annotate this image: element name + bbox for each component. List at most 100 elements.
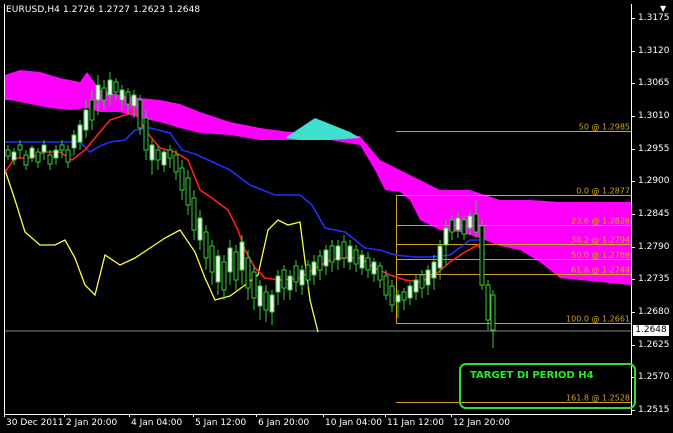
candle-body	[83, 109, 89, 131]
price-axis-label: 1.2515	[638, 405, 670, 415]
fibonacci-level-label: 100.0 @ 1.2661	[566, 314, 630, 323]
candle-body	[401, 291, 407, 301]
price-axis-label: 1.2845	[638, 209, 670, 219]
candle-body	[449, 219, 455, 233]
candle-body	[485, 284, 491, 321]
candle-body	[335, 245, 341, 261]
candle-body	[191, 197, 197, 231]
candle-body	[221, 261, 227, 291]
price-tick	[631, 149, 635, 150]
time-axis-label: 2 Jan 20:00	[66, 418, 118, 428]
scroll-indicator-icon[interactable]: ▼	[660, 4, 666, 13]
candle-body	[95, 84, 101, 101]
candle-body	[263, 291, 269, 311]
candle-body	[125, 91, 131, 105]
candle-body	[137, 99, 143, 129]
candle-body	[347, 245, 353, 263]
candle-body	[77, 124, 83, 143]
candle-body	[287, 275, 293, 291]
candle-body	[23, 154, 29, 166]
price-axis-label: 1.3175	[638, 13, 670, 23]
candle-body	[143, 117, 149, 151]
candle-body	[365, 257, 371, 271]
candle-body	[269, 294, 275, 313]
time-tick	[193, 414, 194, 417]
candle-body	[479, 225, 485, 286]
candle-body	[59, 144, 65, 151]
candle-body	[419, 274, 425, 289]
price-tick	[631, 410, 635, 411]
time-axis-label: 10 Jan 04:00	[325, 418, 382, 428]
chart-frame-bottom	[4, 414, 632, 415]
candle-body	[155, 149, 161, 161]
candle-body	[281, 269, 287, 289]
price-axis-label: 1.2790	[638, 241, 670, 252]
time-tick	[385, 414, 386, 417]
candle-body	[389, 285, 395, 306]
candle-body	[317, 255, 323, 271]
candle-body	[101, 87, 107, 101]
price-axis-label: 1.2680	[638, 307, 670, 317]
time-tick	[451, 414, 452, 417]
chart-area[interactable]: EURUSD,H4 1.2726 1.2727 1.2623 1.2648 ▼ …	[0, 0, 673, 433]
candle-body	[185, 177, 191, 206]
candle-body	[293, 265, 299, 283]
time-tick	[64, 414, 65, 417]
candle-body	[35, 151, 41, 163]
candle-body	[179, 167, 185, 191]
candle-body	[341, 241, 347, 259]
candle-body	[467, 215, 473, 229]
candle-body	[473, 213, 479, 233]
price-axis-label: 1.3120	[638, 45, 670, 56]
candle-body	[167, 149, 173, 159]
candle-body	[239, 241, 245, 271]
price-tick	[631, 345, 635, 346]
candle-body	[149, 144, 155, 161]
chart-frame-right	[631, 4, 632, 414]
candle-body	[245, 257, 251, 289]
candle-body	[443, 227, 449, 246]
price-axis-label: 1.2735	[638, 274, 670, 285]
candle-body	[329, 245, 335, 263]
candle-body	[209, 245, 215, 273]
time-axis-label: 11 Jan 12:00	[387, 418, 444, 428]
candle-body	[119, 89, 125, 101]
time-tick	[4, 414, 5, 417]
price-axis-label: 1.2625	[638, 339, 670, 350]
fibonacci-level-label: 0.0 @ 1.2877	[576, 186, 630, 195]
fibonacci-level-label: 23.6 @ 1.2826	[571, 216, 630, 225]
candle-body	[173, 154, 179, 173]
candle-body	[323, 249, 329, 267]
ichimoku-cloud-bullish	[285, 118, 360, 140]
price-tick	[631, 214, 635, 215]
candle-body	[11, 151, 17, 161]
time-axis-label: 5 Jan 12:00	[195, 418, 247, 428]
price-axis-label: 1.2955	[638, 143, 670, 154]
fibonacci-level-label: 38.2 @ 1.2794	[571, 235, 630, 244]
price-tick	[631, 247, 635, 248]
price-tick	[631, 181, 635, 182]
price-tick	[631, 279, 635, 280]
price-axis-label: 1.3010	[638, 111, 670, 121]
candle-body	[71, 134, 77, 149]
chart-frame-left	[4, 4, 5, 414]
candle-body	[113, 81, 119, 93]
current-price-label: 1.2648	[633, 325, 669, 336]
ichimoku-cloud-left	[5, 70, 87, 110]
price-axis-label: 1.2900	[638, 176, 670, 187]
fibonacci-level-label: 50 @ 1.2985	[578, 122, 630, 131]
candle-body	[47, 154, 53, 165]
time-axis-label: 30 Dec 2011	[6, 418, 64, 428]
candle-body	[107, 79, 113, 96]
candle-body	[65, 149, 71, 163]
candle-body	[17, 144, 23, 151]
candle-body	[311, 261, 317, 276]
candle-body	[227, 247, 233, 273]
candle-body	[251, 271, 257, 299]
candle-body	[215, 255, 221, 283]
candle-body	[353, 249, 359, 265]
candle-body	[233, 251, 239, 281]
candle-body	[395, 294, 401, 303]
candle-body	[490, 294, 496, 331]
fibonacci-level-label: 50.0 @ 1.2769	[571, 250, 630, 259]
